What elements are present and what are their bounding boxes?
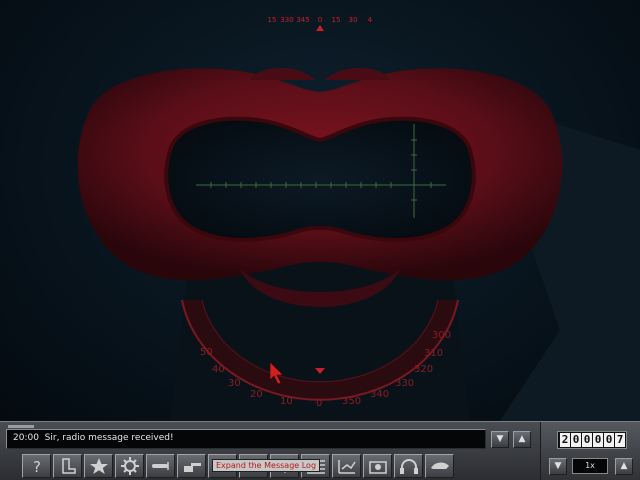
triangle-up-icon: ▲ — [518, 434, 526, 444]
clock-digit: 0 — [604, 433, 614, 447]
dial-label: 40 — [212, 364, 225, 375]
station-toolbar: ? Expand the Message Log — [22, 454, 528, 478]
message-log-entry: 20:00 Sir, radio message received! — [13, 433, 174, 443]
time-compression-decrease-button[interactable]: ▼ — [549, 458, 567, 475]
triangle-down-icon: ▼ — [496, 434, 504, 444]
dial-label: 50 — [200, 347, 213, 358]
message-log-panel[interactable]: 20:00 Sir, radio message received! — [6, 429, 486, 449]
time-compression-value: 1x — [572, 458, 608, 474]
chart-icon — [338, 460, 356, 474]
toolbar-tooltip: Expand the Message Log — [212, 459, 321, 472]
officer-cap-icon — [431, 462, 449, 469]
log-scroll-down-button[interactable]: ▼ — [491, 431, 509, 448]
dial-label: 340 — [370, 389, 389, 400]
hydrophone-button[interactable] — [394, 454, 423, 478]
star-icon — [90, 458, 108, 474]
dial-label: 350 — [342, 396, 361, 407]
headphones-icon — [400, 459, 418, 474]
dial-label: 0 — [316, 398, 322, 409]
time-compression-increase-button[interactable]: ▲ — [615, 458, 633, 475]
dial-label: 330 — [395, 378, 414, 389]
captain-button[interactable] — [425, 454, 454, 478]
dial-label: 20 — [250, 389, 263, 400]
deck-gun-button[interactable] — [177, 454, 206, 478]
dial-label: 300 — [432, 330, 451, 341]
clock-digit: 0 — [571, 433, 581, 447]
clock-digit: 0 — [582, 433, 592, 447]
log-scroll-up-button[interactable]: ▲ — [513, 431, 531, 448]
dial-label: 10 — [280, 396, 293, 407]
binocular-top-bump — [250, 68, 390, 80]
torpedo-button[interactable] — [146, 454, 175, 478]
bottom-control-bar: 20:00 Sir, radio message received! ▼ ▲ ? — [0, 421, 640, 480]
triangle-down-icon: ▼ — [554, 461, 562, 471]
help-icon: ? — [33, 458, 41, 475]
binocular-view[interactable]: 15 330 345 0 15 30 4 50 40 30 20 10 0 35… — [0, 0, 640, 421]
game-clock: 2 0 0 0 0 7 — [557, 431, 627, 449]
log-expand-handle[interactable] — [8, 425, 34, 428]
clock-digit: 0 — [593, 433, 603, 447]
clock-digit: 7 — [615, 433, 625, 447]
torpedo-icon — [152, 462, 169, 470]
radio-button[interactable] — [363, 454, 392, 478]
binocular-frame: 50 40 30 20 10 0 350 340 330 320 310 300 — [77, 68, 640, 421]
crew-button[interactable] — [84, 454, 113, 478]
dial-label: 320 — [414, 364, 433, 375]
dial-label: 310 — [424, 348, 443, 359]
triangle-up-icon: ▲ — [620, 461, 628, 471]
message-text: Sir, radio message received! — [44, 433, 174, 443]
periscope-button[interactable] — [53, 454, 82, 478]
message-time: 20:00 — [13, 433, 39, 443]
periscope-icon — [62, 458, 76, 474]
help-button[interactable]: ? — [22, 454, 51, 478]
deck-gun-icon — [184, 463, 201, 472]
attack-map-button[interactable] — [332, 454, 361, 478]
clock-digit: 2 — [560, 433, 570, 447]
dial-label: 30 — [228, 378, 241, 389]
svg-text:?: ? — [33, 458, 41, 475]
radio-icon — [369, 461, 387, 474]
time-compression-panel: 2 0 0 0 0 7 ▼ 1x ▲ — [540, 422, 640, 480]
gear-icon — [121, 457, 139, 475]
engine-button[interactable] — [115, 454, 144, 478]
